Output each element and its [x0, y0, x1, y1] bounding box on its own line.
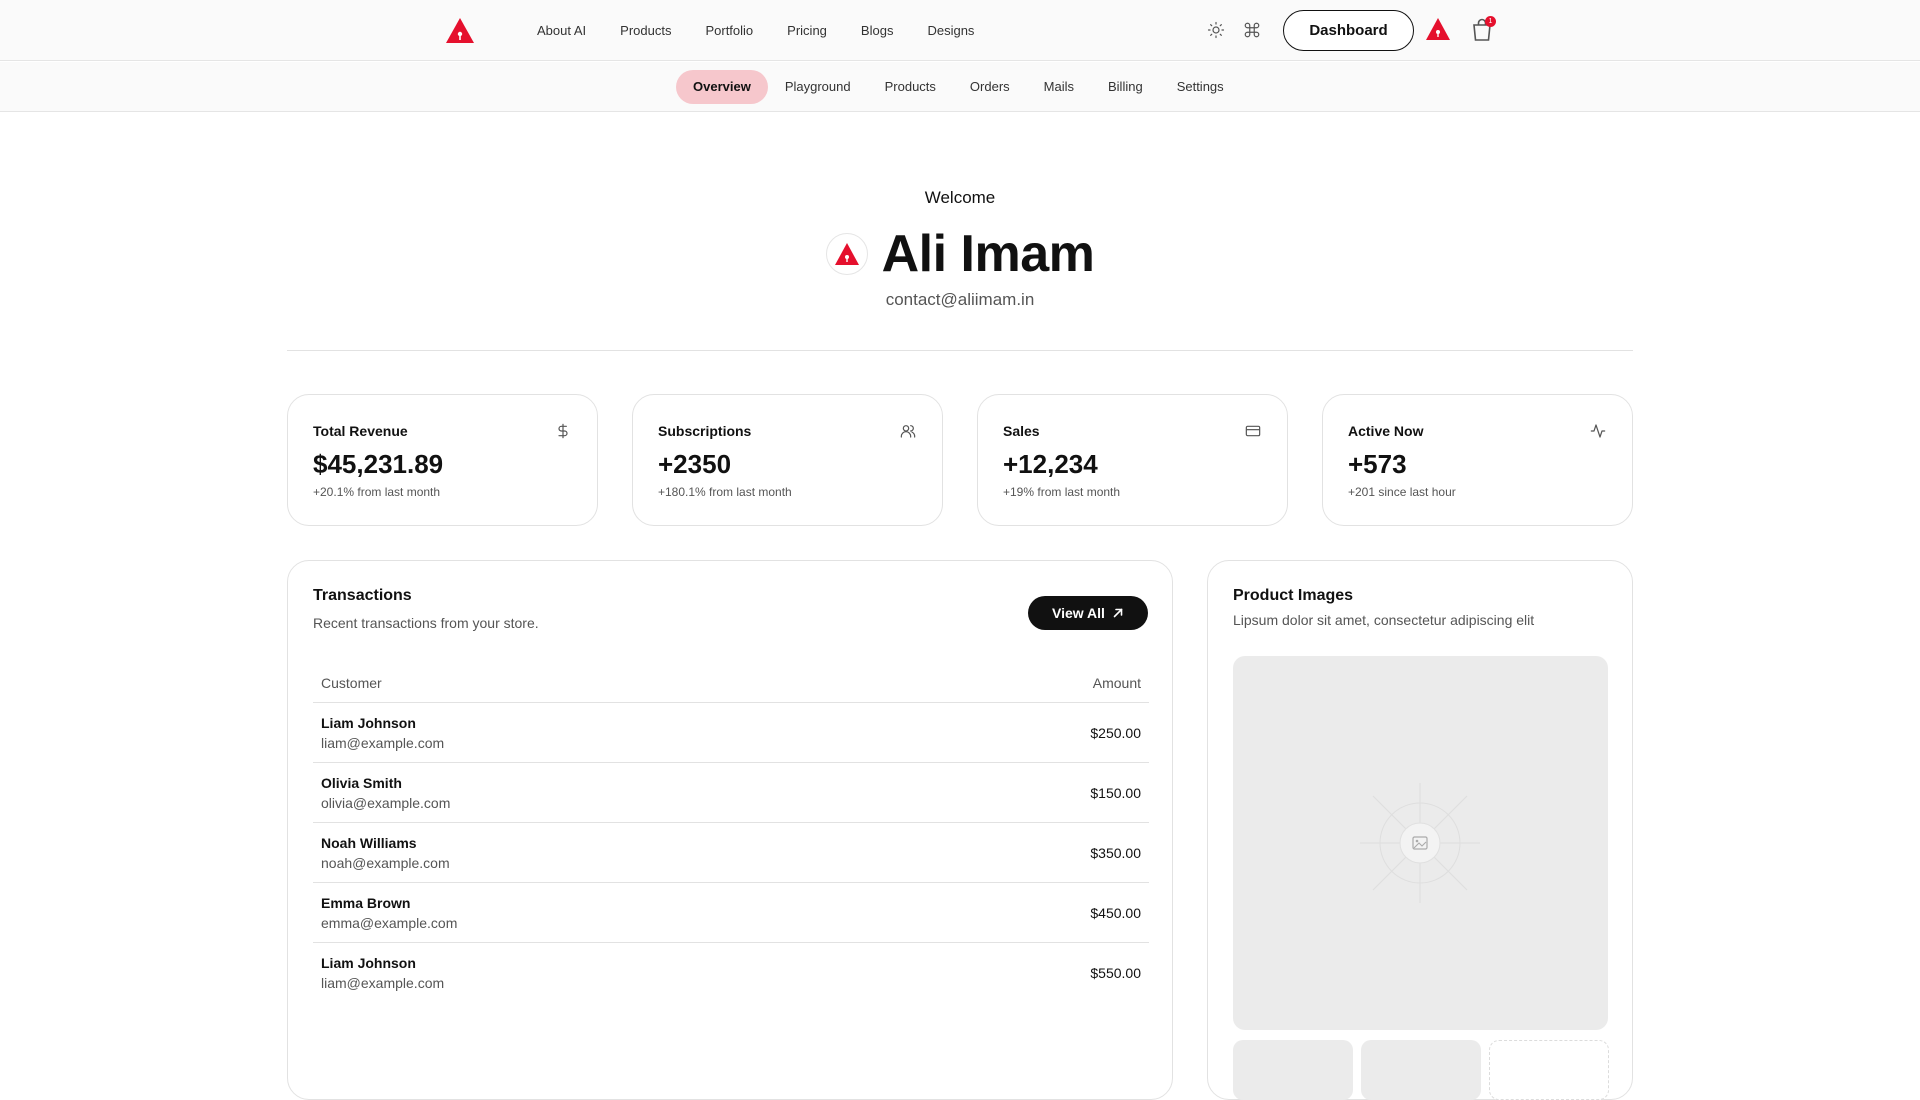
column-header-customer: Customer — [321, 674, 382, 691]
tab-billing[interactable]: Billing — [1091, 70, 1160, 104]
product-thumbnail[interactable] — [1361, 1040, 1481, 1100]
stat-change: +201 since last hour — [1348, 485, 1456, 499]
nav-link-pricing[interactable]: Pricing — [770, 23, 844, 38]
brand-logo[interactable] — [445, 17, 475, 44]
stat-value: +12,234 — [1003, 449, 1098, 479]
view-all-button[interactable]: View All — [1028, 596, 1148, 630]
transactions-description: Recent transactions from your store. — [313, 615, 539, 631]
customer-name: Liam Johnson — [321, 955, 416, 971]
stat-card-total-revenue: Total Revenue $45,231.89 +20.1% from las… — [287, 394, 598, 526]
image-placeholder-icon — [1360, 783, 1480, 903]
stat-title: Active Now — [1348, 423, 1424, 439]
main-product-image-placeholder[interactable] — [1233, 656, 1608, 1030]
cart-count-badge: 1 — [1485, 16, 1496, 27]
user-avatar[interactable] — [1425, 17, 1451, 41]
transactions-card: Transactions Recent transactions from yo… — [287, 560, 1173, 1100]
stat-card-subscriptions: Subscriptions +2350 +180.1% from last mo… — [632, 394, 943, 526]
credit-card-icon — [1245, 425, 1261, 437]
stat-title: Sales — [1003, 423, 1040, 439]
stat-value: $45,231.89 — [313, 449, 444, 479]
welcome-heading: Welcome — [924, 188, 996, 207]
customer-name: Olivia Smith — [321, 774, 402, 791]
top-navbar: About AI Products Portfolio Pricing Blog… — [0, 0, 1920, 61]
customer-cell: Emma Brown emma@example.com — [321, 895, 457, 931]
tab-orders[interactable]: Orders — [953, 70, 1027, 104]
stat-title: Total Revenue — [313, 423, 408, 439]
amount-cell: $250.00 — [1090, 724, 1141, 741]
customer-cell: Olivia Smith olivia@example.com — [321, 775, 450, 811]
transactions-title: Transactions — [313, 587, 412, 604]
arrow-up-right-icon — [1113, 608, 1123, 618]
section-divider — [287, 350, 1633, 351]
table-row[interactable]: Liam Johnson liam@example.com $550.00 — [313, 943, 1149, 1003]
dashboard-button[interactable]: Dashboard — [1283, 10, 1414, 51]
dollar-icon — [558, 423, 568, 439]
product-images-title: Product Images — [1233, 587, 1354, 604]
upload-image-slot[interactable] — [1489, 1040, 1609, 1100]
transactions-table: Customer Amount Liam Johnson liam@exampl… — [313, 663, 1149, 1003]
tab-settings[interactable]: Settings — [1160, 70, 1241, 104]
nav-link-products[interactable]: Products — [603, 23, 688, 38]
amount-cell: $450.00 — [1090, 904, 1141, 921]
amount-cell: $350.00 — [1090, 844, 1141, 861]
tab-products[interactable]: Products — [868, 70, 953, 104]
column-header-amount: Amount — [1092, 674, 1141, 691]
nav-link-blogs[interactable]: Blogs — [844, 23, 911, 38]
stat-change: +19% from last month — [1003, 485, 1121, 499]
customer-cell: Noah Williams noah@example.com — [321, 835, 450, 871]
table-row[interactable]: Olivia Smith olivia@example.com $150.00 — [313, 763, 1149, 823]
nav-link-designs[interactable]: Designs — [910, 23, 991, 38]
stat-card-sales: Sales +12,234 +19% from last month — [977, 394, 1288, 526]
profile-avatar — [825, 233, 868, 275]
stat-value: +2350 — [658, 449, 732, 479]
product-images-description: Lipsum dolor sit amet, consectetur adipi… — [1233, 612, 1535, 628]
user-email: contact@aliimam.in — [885, 290, 1035, 309]
amount-cell: $550.00 — [1090, 965, 1141, 981]
customer-name: Liam Johnson — [321, 714, 416, 731]
stat-value: +573 — [1348, 449, 1407, 479]
command-icon[interactable] — [1241, 19, 1263, 41]
product-images-card: Product Images Lipsum dolor sit amet, co… — [1207, 560, 1633, 1100]
tab-overview[interactable]: Overview — [676, 70, 768, 104]
table-header: Customer Amount — [313, 663, 1149, 703]
nav-link-about-ai[interactable]: About AI — [520, 23, 603, 38]
stat-title: Subscriptions — [658, 423, 752, 439]
tab-mails[interactable]: Mails — [1027, 70, 1091, 104]
product-thumbnail[interactable] — [1233, 1040, 1353, 1100]
dashboard-tabs: Overview Playground Products Orders Mail… — [676, 70, 1241, 104]
theme-toggle-sun-icon[interactable] — [1205, 19, 1227, 41]
customer-cell: Liam Johnson liam@example.com — [321, 715, 444, 751]
main-nav: About AI Products Portfolio Pricing Blog… — [520, 0, 991, 61]
amount-cell: $150.00 — [1090, 784, 1141, 801]
user-name-row: Ali Imam — [0, 222, 1920, 286]
table-row[interactable]: Emma Brown emma@example.com $450.00 — [313, 883, 1149, 943]
customer-email: olivia@example.com — [321, 794, 451, 811]
customer-email: liam@example.com — [321, 734, 445, 751]
nav-link-portfolio[interactable]: Portfolio — [688, 23, 770, 38]
tab-playground[interactable]: Playground — [768, 70, 868, 104]
customer-email: liam@example.com — [321, 975, 445, 991]
users-icon — [900, 425, 916, 438]
view-all-label: View All — [1052, 605, 1105, 621]
customer-name: Noah Williams — [321, 834, 417, 851]
customer-cell: Liam Johnson liam@example.com — [321, 955, 444, 991]
stat-card-active-now: Active Now +573 +201 since last hour — [1322, 394, 1633, 526]
stat-change: +180.1% from last month — [658, 485, 792, 499]
customer-name: Emma Brown — [321, 894, 411, 911]
sub-navbar: Overview Playground Products Orders Mail… — [0, 62, 1920, 112]
customer-email: emma@example.com — [321, 914, 458, 931]
stat-change: +20.1% from last month — [313, 485, 441, 499]
table-row[interactable]: Noah Williams noah@example.com $350.00 — [313, 823, 1149, 883]
user-name: Ali Imam — [881, 225, 1095, 283]
activity-icon — [1590, 424, 1606, 438]
table-row[interactable]: Liam Johnson liam@example.com $250.00 — [313, 703, 1149, 763]
customer-email: noah@example.com — [321, 854, 450, 871]
